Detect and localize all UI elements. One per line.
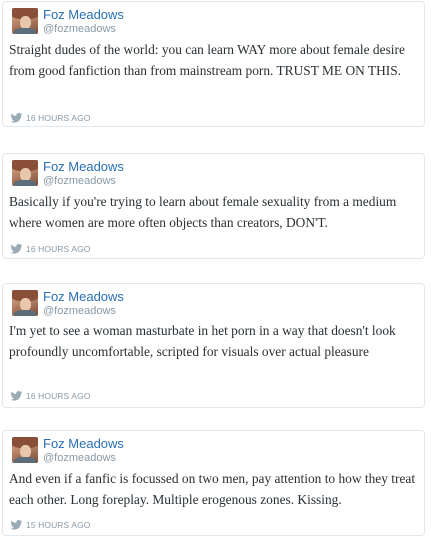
author-name[interactable]: Foz Meadows <box>43 436 124 451</box>
avatar[interactable] <box>12 437 38 463</box>
timestamp[interactable]: 15 HOURS AGO <box>26 520 91 530</box>
author-name[interactable]: Foz Meadows <box>43 7 124 22</box>
author-name[interactable]: Foz Meadows <box>43 289 124 304</box>
avatar[interactable] <box>12 8 38 34</box>
tweet-feed: Foz Meadows @fozmeadows Straight dudes o… <box>0 0 431 540</box>
author-handle[interactable]: @fozmeadows <box>43 452 116 464</box>
tweet-meta: 16 HOURS AGO <box>10 243 91 255</box>
tweet-card[interactable]: Foz Meadows @fozmeadows Straight dudes o… <box>2 1 425 127</box>
tweet-card[interactable]: Foz Meadows @fozmeadows I'm yet to see a… <box>2 283 425 408</box>
tweet-meta: 16 HOURS AGO <box>10 390 91 402</box>
twitter-bird-icon <box>10 244 23 254</box>
tweet-meta: 15 HOURS AGO <box>10 519 91 531</box>
tweet-card[interactable]: Foz Meadows @fozmeadows And even if a fa… <box>2 430 425 536</box>
timestamp[interactable]: 16 HOURS AGO <box>26 113 91 123</box>
twitter-bird-icon <box>10 520 23 530</box>
tweet-text: Straight dudes of the world: you can lea… <box>9 42 405 78</box>
tweet-text: And even if a fanfic is focussed on two … <box>9 471 416 507</box>
twitter-bird-icon <box>10 391 23 401</box>
tweet-meta: 16 HOURS AGO <box>10 112 91 124</box>
author-handle[interactable]: @fozmeadows <box>43 305 116 317</box>
tweet-text: Basically if you're trying to learn abou… <box>9 194 397 230</box>
timestamp[interactable]: 16 HOURS AGO <box>26 391 91 401</box>
author-name[interactable]: Foz Meadows <box>43 159 124 174</box>
author-handle[interactable]: @fozmeadows <box>43 175 116 187</box>
avatar[interactable] <box>12 160 38 186</box>
avatar[interactable] <box>12 290 38 316</box>
timestamp[interactable]: 16 HOURS AGO <box>26 244 91 254</box>
author-handle[interactable]: @fozmeadows <box>43 23 116 35</box>
twitter-bird-icon <box>10 113 23 123</box>
tweet-text: I'm yet to see a woman masturbate in het… <box>9 323 396 359</box>
tweet-card[interactable]: Foz Meadows @fozmeadows Basically if you… <box>2 153 425 259</box>
